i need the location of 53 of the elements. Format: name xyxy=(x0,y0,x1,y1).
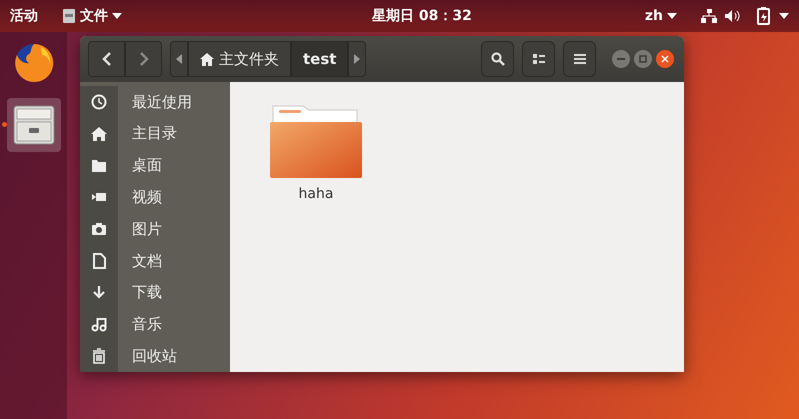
search-button[interactable] xyxy=(481,41,514,77)
sidebar-item[interactable]: 文档 xyxy=(118,250,162,272)
chevron-right-icon xyxy=(138,52,148,66)
music-note-icon xyxy=(91,316,107,332)
home-icon xyxy=(200,52,214,66)
sidebar-item[interactable]: 桌面 xyxy=(118,154,162,177)
trash-icon xyxy=(91,348,107,364)
app-menu[interactable]: 文件 xyxy=(80,6,108,26)
document-icon xyxy=(91,252,107,269)
caret-icon xyxy=(667,13,677,19)
download-icon xyxy=(91,284,107,301)
sidebar-item[interactable]: 音乐 xyxy=(118,313,162,336)
maximize-icon xyxy=(639,55,647,63)
breadcrumb[interactable]: 主文件夹 xyxy=(188,41,291,77)
close-button[interactable] xyxy=(656,50,674,68)
file-cabinet-icon[interactable] xyxy=(12,105,54,145)
input-method-indicator[interactable]: zh xyxy=(644,6,663,26)
folder-icon xyxy=(91,157,107,174)
view-toggle-button[interactable] xyxy=(522,41,555,77)
sidebar-item[interactable]: 回收站 xyxy=(118,344,177,368)
battery-icon[interactable] xyxy=(757,7,771,25)
menu-button[interactable] xyxy=(563,41,596,77)
sidebar-item[interactable]: 最近使用 xyxy=(118,90,192,114)
sidebar-item[interactable]: 图片 xyxy=(118,218,162,240)
activities-button[interactable]: 活动 xyxy=(10,6,38,26)
scroll-right-button[interactable] xyxy=(348,41,366,77)
scroll-left-button[interactable] xyxy=(170,41,188,77)
minimize-button[interactable] xyxy=(612,50,630,68)
triangle-right-icon xyxy=(354,54,360,64)
browser-icon[interactable] xyxy=(12,42,54,84)
forward-button[interactable] xyxy=(125,41,162,77)
list-view-icon xyxy=(532,54,544,64)
search-icon xyxy=(490,52,504,66)
breadcrumb[interactable]: test xyxy=(291,41,348,77)
clock[interactable]: 星期日 08：32 xyxy=(372,6,472,26)
chevron-left-icon xyxy=(102,52,112,66)
sidebar-item[interactable]: 视频 xyxy=(118,186,162,208)
menu-icon xyxy=(574,54,586,64)
network-icon[interactable] xyxy=(701,9,717,23)
back-button[interactable] xyxy=(88,41,125,77)
clock-icon xyxy=(91,94,107,110)
triangle-left-icon xyxy=(176,54,182,64)
home-icon xyxy=(91,126,107,142)
caret-icon xyxy=(779,13,789,19)
close-icon xyxy=(661,55,669,63)
file-cabinet-icon xyxy=(62,8,76,24)
caret-icon xyxy=(112,13,122,19)
sidebar-item[interactable]: 下载 xyxy=(118,281,162,304)
minimize-icon xyxy=(617,58,625,60)
file-name: haha xyxy=(298,185,334,204)
sidebar-item[interactable]: 主目录 xyxy=(118,122,177,145)
volume-icon[interactable] xyxy=(725,10,741,22)
camera-icon xyxy=(91,221,107,238)
